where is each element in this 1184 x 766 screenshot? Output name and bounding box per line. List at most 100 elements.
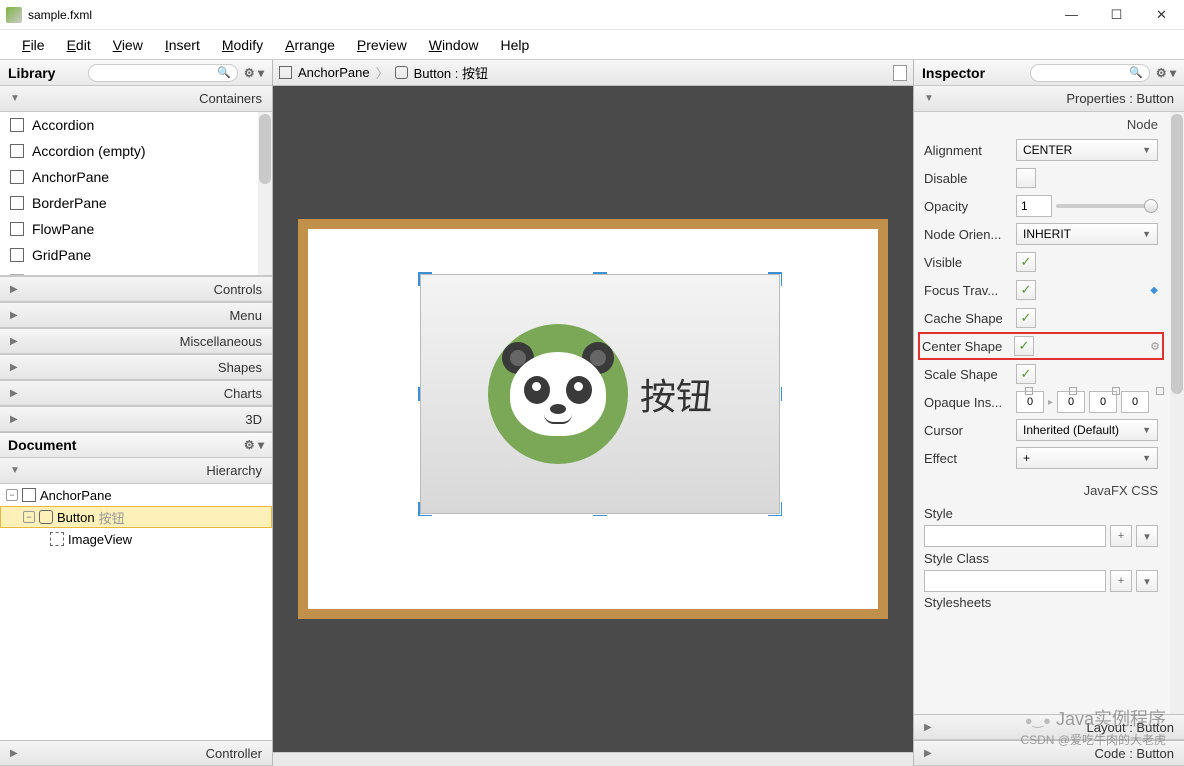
inset-left[interactable]: 0 [1121, 391, 1149, 413]
inspector-section-properties[interactable]: ▼Properties : Button [914, 86, 1184, 112]
resize-handle-r[interactable] [781, 387, 783, 401]
app-icon [6, 7, 22, 23]
breadcrumb: AnchorPane 〉 Button : 按钮 [273, 60, 913, 86]
lib-item-accordion-empty[interactable]: Accordion (empty) [0, 138, 272, 164]
resize-handle-tr[interactable] [768, 272, 782, 286]
link-indicator-icon[interactable]: ◆ [1150, 285, 1158, 296]
prop-disable: Disable [914, 164, 1168, 192]
resize-handle-br[interactable] [768, 502, 782, 516]
visible-checkbox[interactable]: ✓ [1016, 252, 1036, 272]
canvas[interactable]: 按钮 [273, 86, 913, 752]
document-section-hierarchy[interactable]: ▼Hierarchy [0, 458, 272, 484]
expand-arrow-icon: ▶ [10, 748, 18, 759]
inspector-menu-gear-icon[interactable]: ⚙ ▾ [1156, 66, 1176, 80]
library-section-misc[interactable]: ▶Miscellaneous [0, 328, 272, 354]
resize-handle-bl[interactable] [418, 502, 432, 516]
chevron-down-icon: ▼ [1142, 145, 1151, 155]
prop-scale-shape: Scale Shape ✓ [914, 360, 1168, 388]
menu-window[interactable]: Window [419, 33, 489, 57]
node-orient-combo[interactable]: INHERIT▼ [1016, 223, 1158, 245]
inspector-section-code[interactable]: ▶Code : Button [914, 740, 1184, 766]
resize-handle-tl[interactable] [418, 272, 432, 286]
style-class-input[interactable] [924, 570, 1106, 592]
document-section-controller[interactable]: ▶Controller [0, 740, 272, 766]
cache-shape-checkbox[interactable]: ✓ [1016, 308, 1036, 328]
expand-toggle[interactable]: − [23, 511, 35, 523]
style-input[interactable] [924, 525, 1106, 547]
inspector-search[interactable]: 🔍 [1030, 64, 1150, 82]
gear-icon[interactable]: ⚙ [1150, 340, 1160, 353]
prop-alignment: Alignment CENTER▼ [914, 136, 1168, 164]
menu-help[interactable]: Help [491, 33, 540, 57]
opacity-slider[interactable] [1056, 204, 1158, 208]
canvas-scrollbar-h[interactable] [273, 752, 913, 766]
library-section-shapes[interactable]: ▶Shapes [0, 354, 272, 380]
maximize-button[interactable]: ☐ [1094, 0, 1139, 30]
tree-row-button[interactable]: − Button 按钮 [0, 506, 272, 528]
lib-item-borderpane[interactable]: BorderPane [0, 190, 272, 216]
prop-center-shape: Center Shape ✓ ⚙ [918, 332, 1164, 360]
library-section-containers[interactable]: ▼ Containers [0, 86, 272, 112]
menu-insert[interactable]: Insert [155, 33, 210, 57]
lib-item-gridpane[interactable]: GridPane [0, 242, 272, 268]
lib-item-anchorpane[interactable]: AnchorPane [0, 164, 272, 190]
scale-shape-checkbox[interactable]: ✓ [1016, 364, 1036, 384]
expand-toggle[interactable]: − [6, 489, 18, 501]
breadcrumb-item[interactable]: AnchorPane [298, 65, 370, 80]
breadcrumb-item[interactable]: Button : 按钮 [414, 63, 488, 82]
lib-item-hbox[interactable]: HBox [0, 268, 272, 276]
container-icon [10, 222, 24, 236]
library-section-menu[interactable]: ▶Menu [0, 302, 272, 328]
resize-handle-l[interactable] [418, 387, 420, 401]
library-section-charts[interactable]: ▶Charts [0, 380, 272, 406]
document-icon[interactable] [893, 65, 907, 81]
center-shape-checkbox[interactable]: ✓ [1014, 336, 1034, 356]
opacity-input[interactable]: 1 [1016, 195, 1052, 217]
inspector-scrollbar[interactable] [1170, 112, 1184, 714]
expand-arrow-icon: ▶ [924, 722, 932, 733]
alignment-combo[interactable]: CENTER▼ [1016, 139, 1158, 161]
style-class-menu-button[interactable]: ▾ [1136, 570, 1158, 592]
menu-preview[interactable]: Preview [347, 33, 417, 57]
menu-edit[interactable]: Edit [57, 33, 101, 57]
menu-arrange[interactable]: Arrange [275, 33, 345, 57]
lib-item-flowpane[interactable]: FlowPane [0, 216, 272, 242]
expand-arrow-icon: ▶ [10, 362, 18, 373]
chevron-down-icon: ▼ [1142, 453, 1151, 463]
cursor-combo[interactable]: Inherited (Default)▼ [1016, 419, 1158, 441]
inspector-title: Inspector [922, 65, 985, 81]
library-scrollbar[interactable] [258, 112, 272, 275]
collapse-arrow-icon: ▼ [10, 93, 20, 104]
css-group-header: JavaFX CSS [914, 478, 1168, 502]
document-menu-gear-icon[interactable]: ⚙ ▾ [244, 438, 264, 452]
close-button[interactable]: ✕ [1139, 0, 1184, 30]
library-search[interactable]: 🔍 [88, 64, 238, 82]
add-style-class-button[interactable]: + [1110, 570, 1132, 592]
menu-modify[interactable]: Modify [212, 33, 273, 57]
tree-row-imageview[interactable]: ImageView [0, 528, 272, 550]
resize-handle-t[interactable] [593, 272, 607, 274]
anchorpane-icon [22, 488, 36, 502]
prop-effect: Effect +▼ [914, 444, 1168, 472]
menu-file[interactable]: File [12, 33, 55, 57]
prop-cursor: Cursor Inherited (Default)▼ [914, 416, 1168, 444]
minimize-button[interactable]: — [1049, 0, 1094, 30]
container-icon [10, 170, 24, 184]
canvas-root[interactable]: 按钮 [298, 219, 888, 619]
inspector-section-layout[interactable]: ▶Layout : Button [914, 714, 1184, 740]
library-list: Accordion Accordion (empty) AnchorPane B… [0, 112, 272, 276]
library-section-controls[interactable]: ▶Controls [0, 276, 272, 302]
lib-item-accordion[interactable]: Accordion [0, 112, 272, 138]
effect-combo[interactable]: +▼ [1016, 447, 1158, 469]
search-icon: 🔍 [217, 66, 231, 79]
menu-view[interactable]: View [103, 33, 153, 57]
add-style-button[interactable]: + [1110, 525, 1132, 547]
style-menu-button[interactable]: ▾ [1136, 525, 1158, 547]
library-section-3d[interactable]: ▶3D [0, 406, 272, 432]
disable-checkbox[interactable] [1016, 168, 1036, 188]
resize-handle-b[interactable] [593, 515, 607, 517]
tree-row-anchorpane[interactable]: − AnchorPane [0, 484, 272, 506]
canvas-button-node[interactable]: 按钮 [420, 274, 780, 514]
focus-trav-checkbox[interactable]: ✓ [1016, 280, 1036, 300]
library-menu-gear-icon[interactable]: ⚙ ▾ [244, 66, 264, 80]
